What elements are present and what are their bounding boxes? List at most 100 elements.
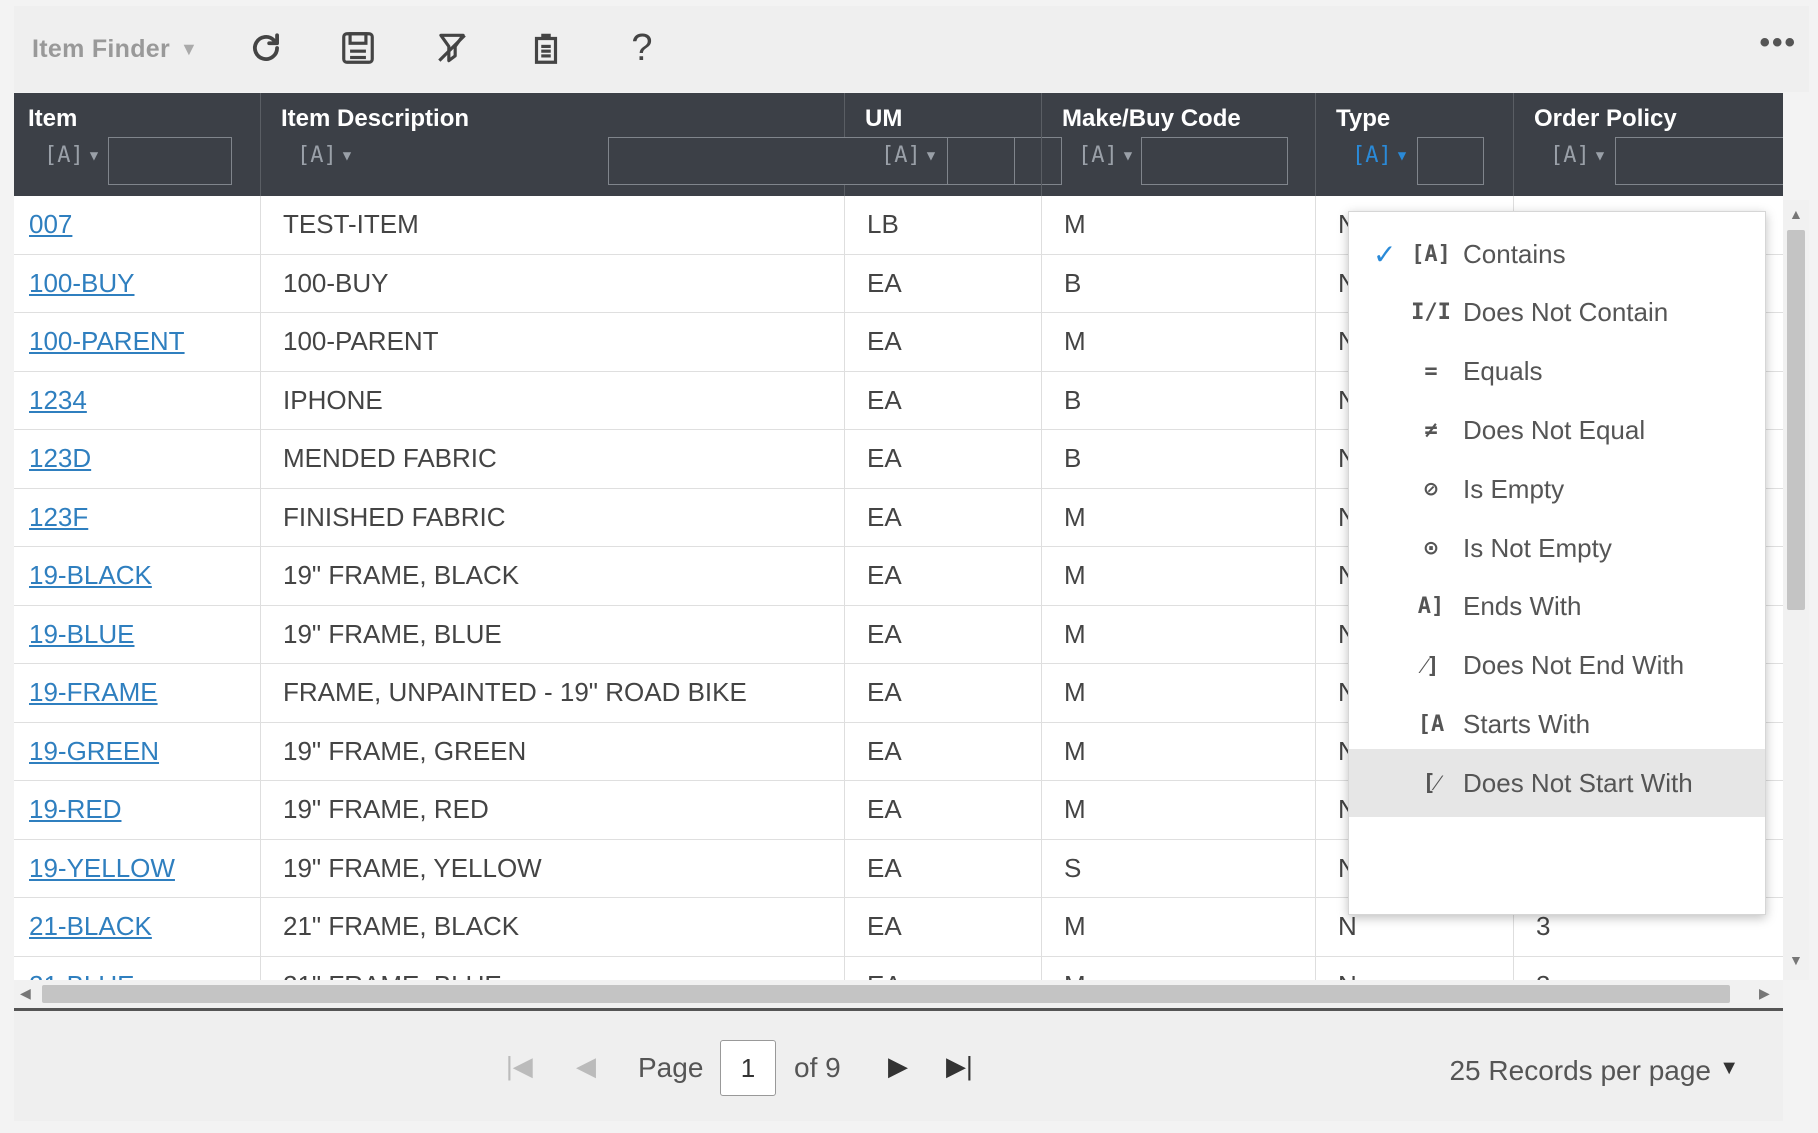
item-link[interactable]: 19-BLUE <box>14 605 261 663</box>
item-description: 100-BUY <box>261 254 845 312</box>
column-title: Item Description <box>281 105 470 132</box>
filter-operator-icon: [A <box>1417 711 1445 737</box>
item-link[interactable]: 19-RED <box>14 781 261 839</box>
item-link[interactable]: 100-BUY <box>14 254 261 312</box>
item-finder-dropdown[interactable]: Item Finder ▼ <box>32 35 198 64</box>
column-title: UM <box>865 105 903 132</box>
unit-of-measure: EA <box>845 254 1042 312</box>
order-policy-filter-input[interactable] <box>1615 137 1783 185</box>
item-type: N <box>1316 956 1514 980</box>
unit-of-measure: EA <box>845 956 1042 980</box>
make-buy-code: B <box>1042 254 1316 312</box>
filter-operator-button[interactable]: [A] ▼ <box>297 143 351 168</box>
item-link[interactable]: 19-FRAME <box>14 664 261 722</box>
next-page-icon[interactable]: ▶ <box>888 1051 908 1082</box>
type-filter-input[interactable] <box>1417 137 1484 185</box>
scroll-up-icon[interactable]: ▲ <box>1789 206 1803 222</box>
filter-operator-button[interactable]: [A] ▼ <box>1078 143 1132 168</box>
make-buy-code: M <box>1042 664 1316 722</box>
column-header-type: Type [A] ▼ <box>1316 93 1514 196</box>
first-page-icon[interactable]: |◀ <box>506 1051 533 1082</box>
column-title: Type <box>1336 105 1391 132</box>
item-description: IPHONE <box>261 371 845 429</box>
make-buy-code: S <box>1042 839 1316 897</box>
filter-option-starts-with[interactable]: [A Starts With <box>1349 690 1765 758</box>
filter-option-label: Does Not End With <box>1463 650 1685 681</box>
export-button[interactable] <box>522 24 570 72</box>
vertical-scrollbar[interactable]: ▲ ▼ <box>1783 200 1809 980</box>
item-link[interactable]: 19-YELLOW <box>14 839 261 897</box>
horizontal-scroll-thumb[interactable] <box>42 985 1730 1003</box>
item-description: MENDED FABRIC <box>261 430 845 488</box>
make-buy-code: B <box>1042 371 1316 429</box>
more-options-button[interactable]: ••• <box>1759 26 1797 60</box>
make-buy-code: M <box>1042 898 1316 956</box>
table-row[interactable]: 21-BLUE21" FRAME, BLUEEAMN3 <box>14 956 1783 980</box>
order-policy: 3 <box>1514 957 1783 980</box>
filter-operator-menu: ✓ [A] Contains I/I Does Not Contain = Equals ≠ D… <box>1348 211 1766 915</box>
column-header-um: UM [A] ▼ <box>845 93 1042 196</box>
filter-option-contains[interactable]: ✓ [A] Contains <box>1349 220 1765 288</box>
chevron-down-icon: ▼ <box>1595 147 1605 164</box>
column-title: Make/Buy Code <box>1062 105 1241 132</box>
item-link[interactable]: 100-PARENT <box>14 313 261 371</box>
um-filter-input[interactable] <box>947 137 1015 185</box>
filter-option-ends-with[interactable]: A] Ends With <box>1349 573 1765 641</box>
refresh-button[interactable] <box>242 24 290 72</box>
filter-option-is-empty[interactable]: ⊘ Is Empty <box>1349 455 1765 523</box>
previous-page-icon[interactable]: ◀ <box>576 1051 596 1082</box>
filter-option-label: Ends With <box>1463 591 1582 622</box>
filter-option-label: Is Empty <box>1463 473 1565 504</box>
filter-operator-icon: [A] <box>1411 241 1451 267</box>
unit-of-measure: EA <box>845 605 1042 663</box>
unit-of-measure: EA <box>845 313 1042 371</box>
help-icon: ? <box>631 26 653 69</box>
filter-operator-button[interactable]: [A] ▼ <box>881 143 935 168</box>
filter-operator-button[interactable]: [A] ▼ <box>1352 143 1406 168</box>
filter-option-equals[interactable]: = Equals <box>1349 338 1765 406</box>
item-link[interactable]: 123D <box>14 430 261 488</box>
scroll-left-icon[interactable]: ◀ <box>20 985 31 1002</box>
chevron-down-icon: ▼ <box>1397 147 1407 164</box>
chevron-down-icon[interactable]: ▼ <box>1719 1057 1739 1080</box>
records-per-page-select[interactable]: 25 Records per page <box>1449 1055 1711 1087</box>
item-link[interactable]: 19-GREEN <box>14 722 261 780</box>
horizontal-scrollbar[interactable]: ◀ ▶ <box>14 980 1783 1008</box>
vertical-scroll-thumb[interactable] <box>1787 230 1805 610</box>
make-buy-code: M <box>1042 196 1316 254</box>
page-number-input[interactable]: 1 <box>720 1040 776 1096</box>
make-buy-filter-input[interactable] <box>1141 137 1288 185</box>
help-button[interactable]: ? <box>618 24 666 72</box>
save-button[interactable] <box>334 24 382 72</box>
item-link[interactable]: 21-BLUE <box>14 956 261 980</box>
unit-of-measure: EA <box>845 898 1042 956</box>
filter-option-does-not-start-with[interactable]: [⁄ Does Not Start With <box>1349 749 1765 818</box>
item-link[interactable]: 007 <box>14 196 261 254</box>
scroll-down-icon[interactable]: ▼ <box>1789 952 1803 968</box>
filter-operator-button[interactable]: [A] ▼ <box>44 143 98 168</box>
item-link[interactable]: 21-BLACK <box>14 898 261 956</box>
item-description: 19" FRAME, GREEN <box>261 722 845 780</box>
filter-option-does-not-end-with[interactable]: ⁄] Does Not End With <box>1349 632 1765 700</box>
toolbar: Item Finder ▼ ? ••• <box>14 6 1809 92</box>
make-buy-code: M <box>1042 488 1316 546</box>
filter-option-does-not-equal[interactable]: ≠ Does Not Equal <box>1349 396 1765 464</box>
unit-of-measure: EA <box>845 664 1042 722</box>
refresh-icon <box>253 33 279 61</box>
clear-filter-button[interactable] <box>428 24 476 72</box>
item-filter-input[interactable] <box>108 137 232 185</box>
unit-of-measure: EA <box>845 371 1042 429</box>
item-link[interactable]: 1234 <box>14 371 261 429</box>
filter-option-does-not-contain[interactable]: I/I Does Not Contain <box>1349 279 1765 347</box>
filter-option-label: Does Not Contain <box>1463 297 1669 328</box>
last-page-icon[interactable]: ▶| <box>946 1051 973 1082</box>
filter-operator-icon: [⁄ <box>1422 771 1440 797</box>
filter-operator-icon: ⁄] <box>1422 653 1440 679</box>
filter-option-is-not-empty[interactable]: ⊙ Is Not Empty <box>1349 514 1765 582</box>
item-link[interactable]: 19-BLACK <box>14 547 261 605</box>
save-icon <box>342 32 374 64</box>
scroll-right-icon[interactable]: ▶ <box>1759 985 1770 1002</box>
filter-operator-button[interactable]: [A] ▼ <box>1550 143 1604 168</box>
make-buy-code: B <box>1042 430 1316 488</box>
item-link[interactable]: 123F <box>14 488 261 546</box>
